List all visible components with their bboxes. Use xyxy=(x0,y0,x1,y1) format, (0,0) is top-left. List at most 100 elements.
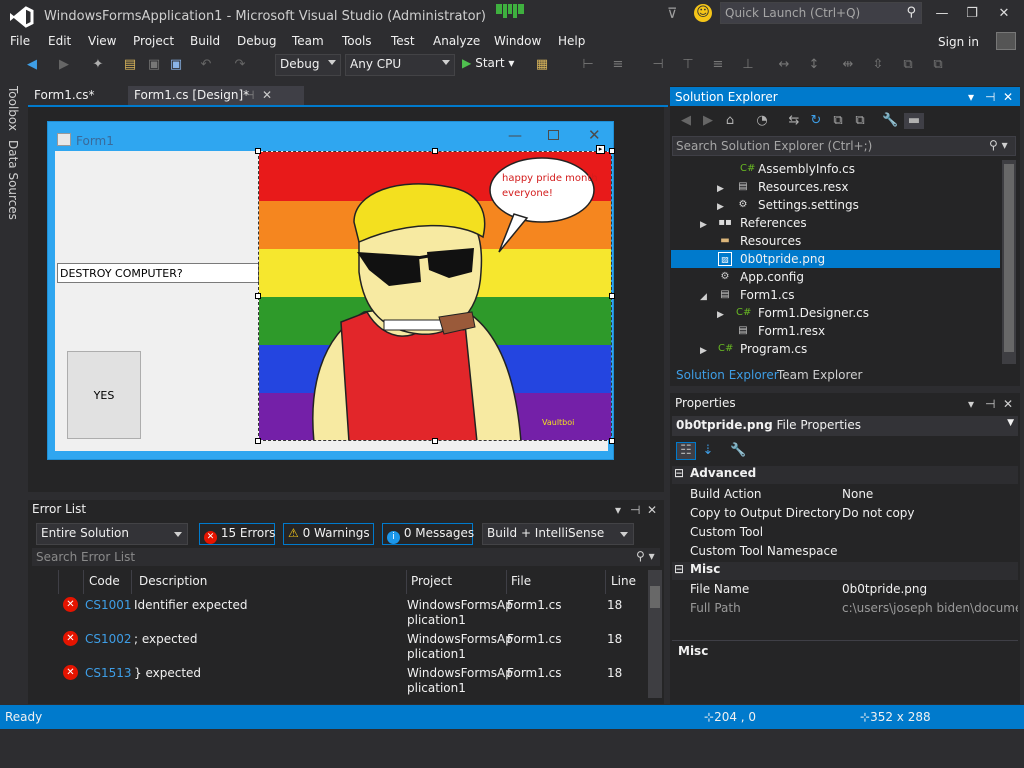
solution-platform-select[interactable]: Any CPU xyxy=(345,54,455,76)
search-icon[interactable]: ⚲ xyxy=(906,5,916,20)
messages-filter-button[interactable]: i 0 Messages xyxy=(382,523,474,545)
close-panel-icon[interactable]: ✕ xyxy=(1003,90,1013,104)
sync-icon[interactable]: ⇆ xyxy=(786,113,802,129)
warnings-filter-button[interactable]: ⚠ 0 Warnings xyxy=(283,523,374,545)
errors-filter-button[interactable]: ✕ 15 Errors xyxy=(199,523,275,545)
restore-button[interactable]: ❐ xyxy=(958,4,986,24)
prop-file-name[interactable]: File Name xyxy=(690,582,749,596)
minimize-button[interactable]: — xyxy=(928,4,956,24)
menu-tools[interactable]: Tools xyxy=(342,34,372,48)
error-code-link[interactable]: CS1002 xyxy=(85,632,132,646)
refresh-icon[interactable]: ↻ xyxy=(808,113,824,129)
align-right-icon[interactable]: ⊣ xyxy=(650,57,666,73)
resize-handle-sw[interactable] xyxy=(255,438,261,444)
make-same-width-icon[interactable]: ↔ xyxy=(776,57,792,73)
prop-file-name-value[interactable]: 0b0tpride.png xyxy=(842,582,1018,596)
property-pages-wrench-icon[interactable]: 🔧 xyxy=(730,443,746,459)
column-header-line[interactable]: Line xyxy=(611,574,636,588)
pin-icon[interactable]: ⊣ xyxy=(244,88,254,102)
menu-project[interactable]: Project xyxy=(133,34,174,48)
preview-selected-icon[interactable]: ▬ xyxy=(904,113,924,129)
menu-window[interactable]: Window xyxy=(494,34,541,48)
properties-object-select[interactable]: 0b0tpride.png File Properties ▼ xyxy=(672,416,1018,436)
send-to-back-icon[interactable]: ⧉ xyxy=(930,57,946,73)
category-misc[interactable]: ⊟ Misc xyxy=(672,562,1018,580)
prop-full-path-value[interactable]: c:\users\joseph biden\document xyxy=(842,601,1018,615)
categorized-view-icon[interactable]: ☷ xyxy=(676,442,696,460)
column-header-project[interactable]: Project xyxy=(411,574,452,588)
align-bottom-icon[interactable]: ⊥ xyxy=(740,57,756,73)
sign-in-link[interactable]: Sign in xyxy=(938,35,979,49)
expand-arrow-icon[interactable]: ▶ xyxy=(717,202,724,212)
panel-menu-icon[interactable]: ▾ xyxy=(968,90,974,104)
picture-box[interactable]: happy pride month everyone! Vaultboi xyxy=(258,151,612,441)
quick-launch-input[interactable] xyxy=(725,5,895,21)
menu-view[interactable]: View xyxy=(88,34,116,48)
find-in-files-icon[interactable]: ▦ xyxy=(534,57,550,73)
resize-handle-se[interactable] xyxy=(609,438,615,444)
back-icon[interactable]: ◀ xyxy=(678,113,694,129)
forward-icon[interactable]: ▶ xyxy=(700,113,716,129)
menu-edit[interactable]: Edit xyxy=(48,34,71,48)
close-tab-icon[interactable]: ✕ xyxy=(262,88,272,102)
resize-handle-nw[interactable] xyxy=(255,148,261,154)
data-sources-tab[interactable]: Data Sources xyxy=(6,140,20,220)
prop-build-action[interactable]: Build Action xyxy=(690,487,762,501)
panel-menu-icon[interactable]: ▾ xyxy=(615,503,621,517)
expand-arrow-icon[interactable]: ▶ xyxy=(700,346,707,356)
column-header-file[interactable]: File xyxy=(511,574,531,588)
navigate-forward-icon[interactable]: ▶ xyxy=(56,57,72,73)
save-all-icon[interactable]: ▣ xyxy=(168,57,184,73)
properties-wrench-icon[interactable]: 🔧 xyxy=(882,113,898,129)
align-top-icon[interactable]: ⊤ xyxy=(680,57,696,73)
tab-team-explorer[interactable]: Team Explorer xyxy=(773,367,867,383)
resize-handle-e[interactable] xyxy=(609,293,615,299)
error-scope-select[interactable]: Entire Solution xyxy=(36,523,188,545)
feedback-smile-icon[interactable]: ☺ xyxy=(694,4,712,22)
error-source-select[interactable]: Build + IntelliSense xyxy=(482,523,634,545)
collapse-all-icon[interactable]: ⧉ xyxy=(830,113,846,129)
column-header-description[interactable]: Description xyxy=(139,574,207,588)
expand-arrow-icon[interactable]: ▶ xyxy=(717,184,724,194)
resize-handle-n[interactable] xyxy=(432,148,438,154)
solution-explorer-search[interactable]: ⚲ ▾ xyxy=(672,136,1016,156)
expand-arrow-icon[interactable]: ▶ xyxy=(717,310,724,320)
open-file-icon[interactable]: ▤ xyxy=(122,57,138,73)
error-code-link[interactable]: CS1001 xyxy=(85,598,132,612)
undo-icon[interactable]: ↶ xyxy=(198,57,214,73)
prop-copy-to-output[interactable]: Copy to Output Directory xyxy=(690,506,841,520)
menu-analyze[interactable]: Analyze xyxy=(433,34,480,48)
collapse-box-icon[interactable]: ⊟ xyxy=(674,466,684,480)
menu-file[interactable]: File xyxy=(10,34,30,48)
tab-form1-design[interactable]: Form1.cs [Design]* ⊣ ✕ xyxy=(128,86,304,106)
bring-to-front-icon[interactable]: ⧉ xyxy=(900,57,916,73)
solution-search-input[interactable] xyxy=(676,138,976,154)
expand-arrow-icon[interactable]: ▶ xyxy=(700,220,707,230)
smart-tag-icon[interactable]: ▸ xyxy=(596,145,605,154)
close-panel-icon[interactable]: ✕ xyxy=(647,503,657,517)
scrollbar-thumb[interactable] xyxy=(1004,164,1014,352)
notifications-flag-icon[interactable] xyxy=(496,4,528,18)
quick-launch-box[interactable]: ⚲ xyxy=(720,2,922,24)
resize-handle-s[interactable] xyxy=(432,438,438,444)
new-project-icon[interactable]: ✦ xyxy=(90,57,106,73)
filter-icon[interactable]: ⊽ xyxy=(667,6,677,22)
start-debugging-button[interactable]: ▶ Start ▾ xyxy=(462,56,514,70)
alphabetical-sort-icon[interactable]: ⇣ xyxy=(700,443,716,459)
pending-changes-filter-icon[interactable]: ◔ xyxy=(754,113,770,129)
error-list-search-input[interactable] xyxy=(36,548,626,566)
horizontal-spacing-icon[interactable]: ⇹ xyxy=(840,57,856,73)
show-all-files-icon[interactable]: ⧉ xyxy=(852,113,868,129)
collapse-arrow-icon[interactable]: ◢ xyxy=(700,292,707,302)
home-icon[interactable]: ⌂ xyxy=(722,113,738,129)
pin-icon[interactable]: ⊣ xyxy=(985,397,995,411)
prop-full-path[interactable]: Full Path xyxy=(690,601,741,615)
column-header-code[interactable]: Code xyxy=(89,574,120,588)
yes-button[interactable]: YES xyxy=(67,351,141,439)
prop-build-action-value[interactable]: None xyxy=(842,487,1018,501)
vertical-spacing-icon[interactable]: ⇳ xyxy=(870,57,886,73)
make-same-height-icon[interactable]: ↕ xyxy=(806,57,822,73)
navigate-back-icon[interactable]: ◀ xyxy=(24,57,40,73)
tab-solution-explorer[interactable]: Solution Explorer xyxy=(672,367,783,383)
scrollbar-thumb[interactable] xyxy=(650,586,660,608)
